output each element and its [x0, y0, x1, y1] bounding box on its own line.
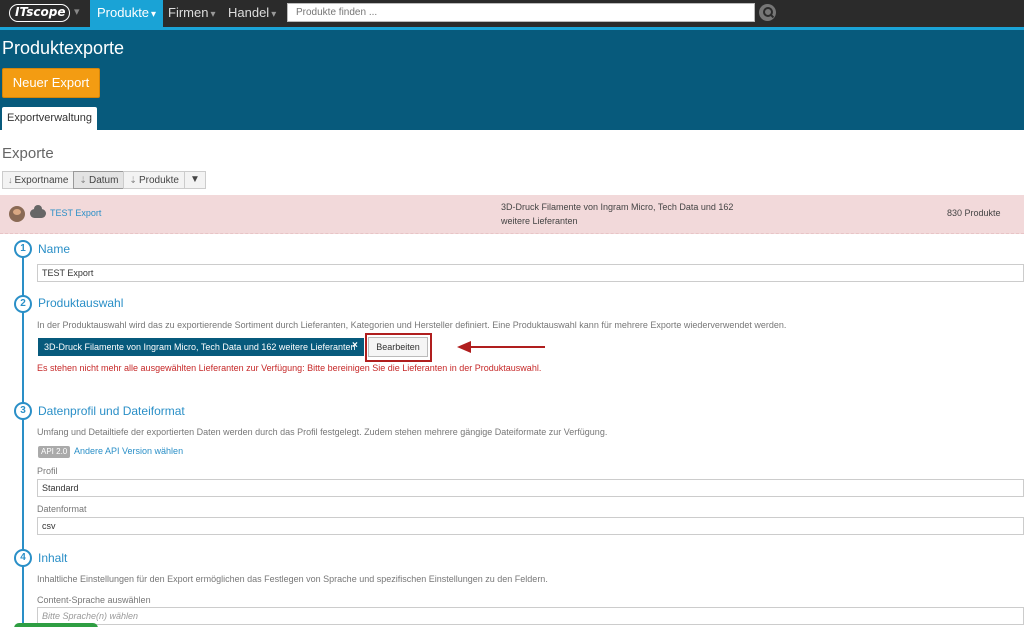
sort-icon: ↓: [8, 175, 13, 185]
export-description: 3D-Druck Filamente von Ingram Micro, Tec…: [501, 200, 751, 228]
tab-exportverwaltung[interactable]: Exportverwaltung: [2, 107, 97, 130]
sort-toolbar: ↓ Exportname ⇣ Datum ⇣ Produkte ▼: [2, 171, 206, 189]
sort-icon: ⇣: [79, 175, 87, 185]
export-description-line: 3D-Druck Filamente von Ingram Micro, Tec…: [501, 202, 734, 212]
datenformat-select[interactable]: csv: [37, 517, 1024, 535]
supplier-error-message: Es stehen nicht mehr alle ausgewählten L…: [37, 363, 542, 373]
produktauswahl-help-text: In der Produktauswahl wird das zu export…: [37, 320, 787, 330]
sort-label: Produkte: [138, 175, 179, 186]
chevron-down-icon: ▼: [190, 174, 200, 185]
chevron-down-icon: ▾: [210, 9, 216, 20]
datenprofil-help-text: Umfang und Detailtiefe der exportierten …: [37, 427, 608, 437]
profil-select[interactable]: Standard: [37, 479, 1024, 497]
datenformat-label: Datenformat: [37, 504, 87, 514]
step-number-3: 3: [14, 402, 32, 420]
chevron-down-icon[interactable]: ▾: [74, 5, 80, 18]
itscope-logo[interactable]: ITscope: [9, 4, 70, 22]
step-title-inhalt: Inhalt: [38, 551, 68, 565]
nav-item-label: Handel: [228, 5, 270, 20]
content-language-label: Content-Sprache auswählen: [37, 595, 151, 605]
step-title-produktauswahl: Produktauswahl: [38, 296, 124, 310]
sort-exportname-button[interactable]: ↓ Exportname: [2, 171, 75, 189]
sort-icon: ⇣: [129, 175, 137, 185]
edit-selection-button[interactable]: Bearbeiten: [368, 337, 428, 357]
nav-item-firmen[interactable]: Firmen ▾: [161, 0, 222, 27]
product-search-input[interactable]: [287, 3, 755, 22]
sort-produkte-button[interactable]: ⇣ Produkte: [123, 171, 185, 189]
sort-label: Datum: [88, 175, 119, 186]
nav-item-handel[interactable]: Handel ▾: [221, 0, 283, 27]
profil-label: Profil: [37, 466, 58, 476]
chevron-down-icon: ▾: [151, 9, 157, 20]
close-icon[interactable]: ×: [352, 340, 358, 351]
export-product-count: 830 Produkte: [947, 208, 1001, 218]
page-title: Produktexporte: [2, 38, 125, 58]
api-version-badge: API 2.0: [38, 446, 71, 458]
nav-item-produkte[interactable]: Produkte ▾: [90, 0, 164, 27]
export-name-input[interactable]: TEST Export: [37, 264, 1024, 282]
annotation-arrow-icon: [457, 341, 545, 353]
cloud-icon: [30, 205, 46, 218]
inhalt-help-text: Inhaltliche Einstellungen für den Export…: [37, 574, 548, 584]
product-selection-chip[interactable]: 3D-Druck Filamente von Ingram Micro, Tec…: [38, 338, 364, 356]
search-icon[interactable]: [759, 4, 776, 21]
export-description-line: weitere Lieferanten: [501, 216, 578, 226]
step-title-datenprofil: Datenprofil und Dateiformat: [38, 404, 185, 418]
sort-more-dropdown[interactable]: ▼: [184, 171, 206, 189]
sort-datum-button[interactable]: ⇣ Datum: [73, 171, 125, 189]
nav-item-label: Firmen: [168, 5, 209, 20]
export-name-link[interactable]: TEST Export: [50, 208, 101, 218]
api-version-link[interactable]: Andere API Version wählen: [74, 446, 183, 456]
new-export-button[interactable]: Neuer Export: [2, 68, 100, 98]
nav-item-label: Produkte: [97, 5, 150, 20]
step-number-2: 2: [14, 295, 32, 313]
header-band: [0, 30, 1024, 130]
save-button[interactable]: [14, 623, 98, 627]
sort-label: Exportname: [14, 175, 69, 186]
content-language-select[interactable]: Bitte Sprache(n) wählen: [37, 607, 1024, 625]
step-title-name: Name: [38, 242, 71, 256]
section-title-exporte: Exporte: [2, 145, 54, 162]
step-number-1: 1: [14, 240, 32, 258]
chevron-down-icon: ▾: [271, 9, 277, 20]
user-avatar: [9, 206, 25, 222]
step-number-4: 4: [14, 549, 32, 567]
